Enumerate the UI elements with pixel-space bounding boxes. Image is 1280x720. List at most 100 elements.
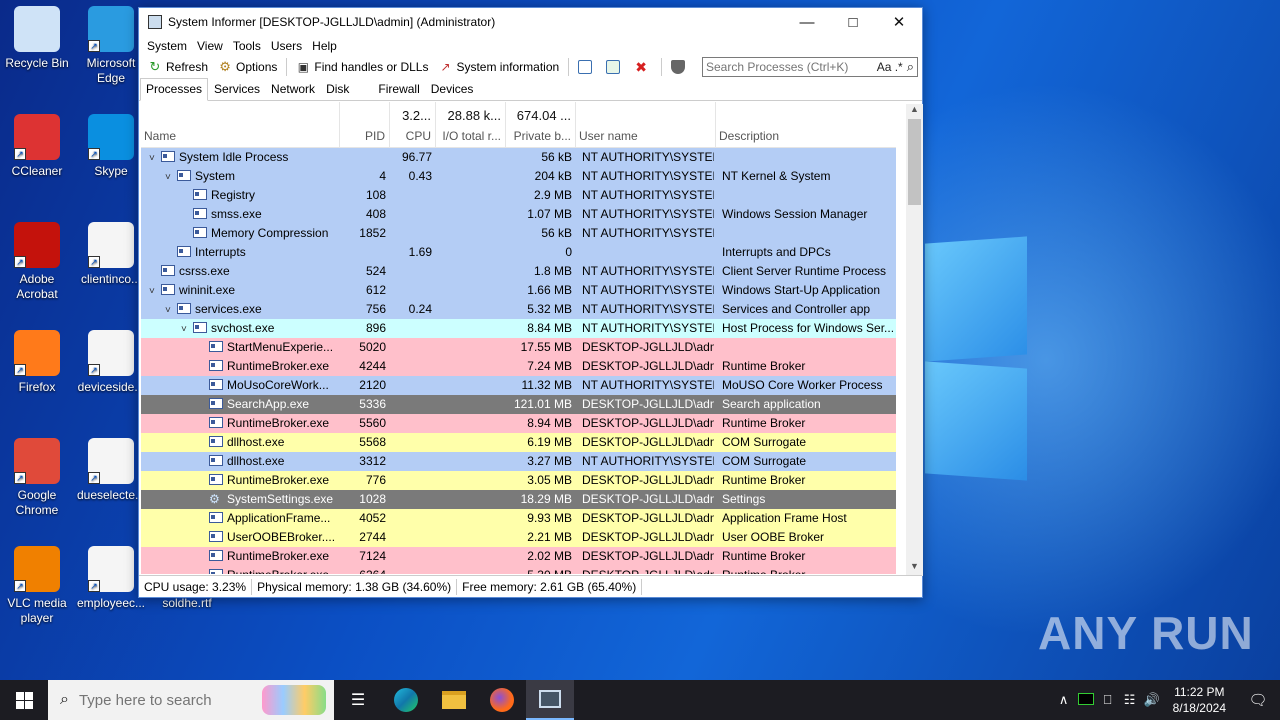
desktop-icon[interactable]: ↗ dueselecte... xyxy=(74,438,148,503)
scroll-up-arrow[interactable]: ▲ xyxy=(906,104,923,119)
desktop-icon[interactable]: ↗ Firefox xyxy=(0,330,74,395)
process-row[interactable]: ˅ svchost.exe 896 8.84 MB NT AUTHORITY\SYSTE… xyxy=(141,319,896,338)
desktop-icon[interactable]: ↗ employeec... xyxy=(74,546,148,611)
process-name-cell: StartMenuExperie... xyxy=(197,338,339,357)
menu-users[interactable]: Users xyxy=(266,39,307,53)
col-pid[interactable]: PID xyxy=(340,102,390,148)
process-row[interactable]: ˅ wininit.exe 612 1.66 MB NT AUTHORITY\SYSTE… xyxy=(141,281,896,300)
col-description[interactable]: Description xyxy=(716,102,896,148)
vertical-scrollbar[interactable]: ▲ ▼ xyxy=(906,104,923,576)
process-row[interactable]: SearchApp.exe 5336 121.01 MB DESKTOP-JGLLJL… xyxy=(141,395,896,414)
process-row[interactable]: ⚙ SystemSettings.exe 1028 18.29 MB DESKTOP-J… xyxy=(141,490,896,509)
col-private[interactable]: 674.04 ... Private b... xyxy=(506,102,576,148)
desktop-icon[interactable]: ↗ clientinco... xyxy=(74,222,148,287)
pid-cell: 5568 xyxy=(359,435,386,449)
process-row[interactable]: StartMenuExperie... 5020 17.55 MB DESKTOP-J… xyxy=(141,338,896,357)
tray-device-icon[interactable]: ⎕ xyxy=(1097,692,1119,708)
tab-processes[interactable]: Processes xyxy=(140,78,209,101)
desktop-icon[interactable]: ↗ Skype xyxy=(74,114,148,179)
scroll-thumb[interactable] xyxy=(908,119,921,205)
process-row[interactable]: smss.exe 408 1.07 MB NT AUTHORITY\SYSTEM Win… xyxy=(141,205,896,224)
desktop-icon[interactable]: Recycle Bin xyxy=(0,6,74,71)
window-go-button[interactable] xyxy=(601,57,629,77)
process-row[interactable]: dllhost.exe 5568 6.19 MB DESKTOP-JGLLJLD\ad… xyxy=(141,433,896,452)
network-icon[interactable]: ☷ xyxy=(1119,692,1141,708)
desktop-icon[interactable]: ↗ CCleaner xyxy=(0,114,74,179)
taskbar-search-input[interactable] xyxy=(78,691,259,709)
chevron-down-icon[interactable]: ˅ xyxy=(165,168,177,186)
process-row[interactable]: MoUsoCoreWork... 2120 11.32 MB NT AUTHORITY… xyxy=(141,376,896,395)
tab-services[interactable]: Services xyxy=(209,79,265,100)
scroll-down-arrow[interactable]: ▼ xyxy=(906,561,923,576)
chevron-down-icon[interactable]: ˅ xyxy=(149,282,161,300)
process-icon xyxy=(193,208,207,219)
options-button[interactable]: ⚙ Options xyxy=(213,57,282,77)
tab-disk[interactable]: Disk xyxy=(321,79,372,100)
chevron-up-icon[interactable]: ∧ xyxy=(1053,692,1075,708)
tab-network[interactable]: Network xyxy=(266,79,320,100)
shield-button[interactable] xyxy=(666,57,694,77)
search-icon[interactable]: ⌕ xyxy=(907,59,914,75)
col-io[interactable]: 28.88 k... I/O total r... xyxy=(436,102,506,148)
taskbar-system-informer[interactable] xyxy=(526,680,574,720)
col-user[interactable]: User name xyxy=(576,102,716,148)
title-bar[interactable]: System Informer [DESKTOP-JGLLJLD\admin] … xyxy=(139,8,922,36)
taskbar-file-explorer[interactable] xyxy=(430,680,478,720)
col-name[interactable]: Name xyxy=(141,102,340,148)
notification-icon[interactable]: 🗨 xyxy=(1236,691,1280,709)
process-row[interactable]: RuntimeBroker.exe 7124 2.02 MB DESKTOP-JGLL… xyxy=(141,547,896,566)
taskbar-firefox[interactable] xyxy=(478,680,526,720)
volume-icon[interactable]: 🔊 xyxy=(1141,692,1163,708)
process-row[interactable]: ApplicationFrame... 4052 9.93 MB DESKTOP-JG… xyxy=(141,509,896,528)
maximize-button[interactable]: □ xyxy=(830,8,876,36)
menu-tools[interactable]: Tools xyxy=(228,39,266,53)
system-information-button[interactable]: ↗ System information xyxy=(433,57,564,77)
process-row[interactable]: Interrupts 1.69 0 Interrupts and DPCs xyxy=(141,243,896,262)
search-processes-input[interactable] xyxy=(706,60,877,74)
cpu-cell xyxy=(390,357,432,376)
search-processes-field[interactable]: Aa .* ⌕ xyxy=(702,57,918,77)
process-row[interactable]: RuntimeBroker.exe 5560 8.94 MB DESKTOP-JGLL… xyxy=(141,414,896,433)
search-options[interactable]: Aa .* xyxy=(877,60,903,74)
process-row[interactable]: RuntimeBroker.exe 6264 5.30 MB DESKTOP-JGLL… xyxy=(141,566,896,574)
desktop-icon[interactable]: ↗ Adobe Acrobat xyxy=(0,222,74,302)
process-row[interactable]: Registry 108 2.9 MB NT AUTHORITY\SYSTEM xyxy=(141,186,896,205)
task-view-button[interactable]: ☰ xyxy=(334,680,382,720)
pid-cell: 7124 xyxy=(359,549,386,563)
menu-help[interactable]: Help xyxy=(307,39,342,53)
taskbar-search-box[interactable]: ⌕ xyxy=(48,680,334,720)
col-cpu-label: CPU xyxy=(405,129,431,143)
chevron-down-icon[interactable]: ˅ xyxy=(181,320,193,338)
minimize-button[interactable]: — xyxy=(784,8,830,36)
window-icon-button[interactable] xyxy=(573,57,601,77)
user-name-cell: NT AUTHORITY\SYSTEM xyxy=(582,226,714,240)
col-cpu[interactable]: 3.2... CPU xyxy=(390,102,436,148)
clock[interactable]: 11:22 PM 8/18/2024 xyxy=(1163,684,1236,716)
process-row[interactable]: dllhost.exe 3312 3.27 MB NT AUTHORITY\SYSTE… xyxy=(141,452,896,471)
terminate-button[interactable]: ✖ xyxy=(629,57,657,77)
desktop-icon[interactable]: ↗ VLC media player xyxy=(0,546,74,626)
menu-view[interactable]: View xyxy=(192,39,228,53)
terminal-icon[interactable] xyxy=(1075,692,1097,708)
desktop-icon[interactable]: ↗ Google Chrome xyxy=(0,438,74,518)
refresh-button[interactable]: ↻ Refresh xyxy=(143,57,213,77)
chevron-down-icon[interactable]: ˅ xyxy=(165,301,177,319)
menu-system[interactable]: System xyxy=(142,39,192,53)
process-row[interactable]: RuntimeBroker.exe 4244 7.24 MB DESKTOP-JGLL… xyxy=(141,357,896,376)
process-row[interactable]: UserOOBEBroker.... 2744 2.21 MB DESKTOP-JGL… xyxy=(141,528,896,547)
close-button[interactable]: ✕ xyxy=(876,8,922,36)
process-row[interactable]: csrss.exe 524 1.8 MB NT AUTHORITY\SYSTEM Cli… xyxy=(141,262,896,281)
tab-devices[interactable]: Devices xyxy=(426,79,479,100)
desktop-icon[interactable]: ↗ Microsoft Edge xyxy=(74,6,148,86)
chevron-down-icon[interactable]: ˅ xyxy=(149,149,161,167)
taskbar-edge[interactable] xyxy=(382,680,430,720)
tab-firewall[interactable]: Firewall xyxy=(373,79,424,100)
start-button[interactable] xyxy=(0,680,48,720)
process-row[interactable]: ˅ System Idle Process 96.77 56 kB NT AUTHORI… xyxy=(141,148,896,167)
process-row[interactable]: Memory Compression 1852 56 kB NT AUTHORITY\… xyxy=(141,224,896,243)
find-handles-button[interactable]: ▣ Find handles or DLLs xyxy=(291,57,433,77)
process-row[interactable]: RuntimeBroker.exe 776 3.05 MB DESKTOP-JGLLJ… xyxy=(141,471,896,490)
desktop-icon[interactable]: ↗ deviceside... xyxy=(74,330,148,395)
process-row[interactable]: ˅ System 4 0.43 204 kB NT AUTHORITY\SYSTEM NT … xyxy=(141,167,896,186)
process-row[interactable]: ˅ services.exe 756 0.24 5.32 MB NT AUTHORITY\… xyxy=(141,300,896,319)
